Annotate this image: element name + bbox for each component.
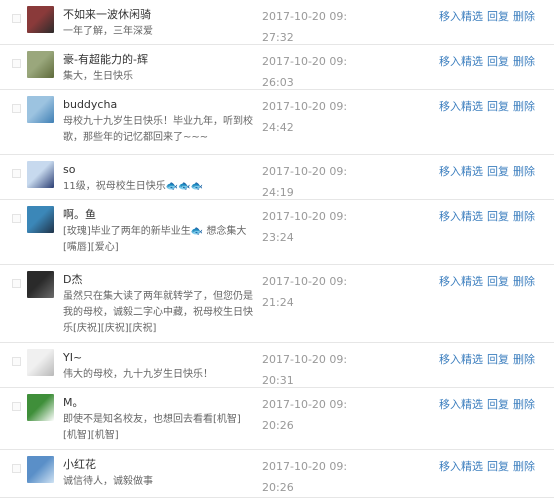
delete-button[interactable]: 删除	[513, 100, 535, 113]
row-actions: 移入精选 回复 删除	[439, 353, 535, 367]
comment-row: M。即使不是知名校友，也想回去看看[机智][机智][机智] 2017-10-20 …	[0, 388, 554, 450]
sky-avatar-icon	[27, 96, 54, 123]
select-checkbox[interactable]	[12, 59, 21, 68]
reply-button[interactable]: 回复	[487, 275, 509, 288]
delete-button[interactable]: 删除	[513, 460, 535, 473]
author-name[interactable]: 啊。鱼	[63, 207, 253, 223]
row-actions: 移入精选 回复 删除	[439, 275, 535, 289]
author-name[interactable]: 豪-有超能力的-辉	[63, 52, 253, 68]
comment-list: 不如来一波休闲骑一年了解，三年深爱 2017-10-20 09:27:32 移入精选…	[0, 0, 554, 498]
delete-button[interactable]: 删除	[513, 10, 535, 23]
comment-time: 2017-10-20 09:24:19	[262, 165, 348, 199]
cyclist-avatar-icon	[27, 6, 54, 33]
feature-button[interactable]: 移入精选	[439, 100, 483, 113]
reply-button[interactable]: 回复	[487, 398, 509, 411]
comment-text: 母校九十九岁生日快乐！毕业九年，听到校歌，那些年的记忆都回来了~~~	[63, 116, 253, 143]
comment-row: 豪-有超能力的-辉集大，生日快乐 2017-10-20 09:26:03 移入精选回…	[0, 45, 554, 90]
comment-row: buddycha 母校九十九岁生日快乐！毕业九年，听到校歌，那些年的记忆都回来了~…	[0, 90, 554, 155]
select-checkbox[interactable]	[12, 104, 21, 113]
row-actions: 移入精选 回复 删除	[439, 55, 535, 69]
reply-button[interactable]: 回复	[487, 353, 509, 366]
dark-avatar-icon	[27, 271, 54, 298]
row-actions: 移入精选 回复 删除	[439, 398, 535, 412]
feature-button[interactable]: 移入精选	[439, 10, 483, 23]
feature-button[interactable]: 移入精选	[439, 398, 483, 411]
comment-time: 2017-10-20 09:24:42	[262, 100, 348, 134]
row-actions: 移入精选 回复 删除	[439, 100, 535, 114]
feature-button[interactable]: 移入精选	[439, 55, 483, 68]
frog-avatar-icon	[27, 394, 54, 421]
comment-row: D杰虽然只在集大读了两年就转学了，但您仍是我的母校，诚毅二字心中藏，祝母校生日快…	[0, 265, 554, 343]
comment-text: 一年了解，三年深爱	[63, 26, 153, 37]
comment-time: 2017-10-20 09:20:26	[262, 398, 348, 432]
comment-row: 小红花诚信待人，诚毅做事 2017-10-20 09:20:26 移入精选 回复 删除	[0, 450, 554, 498]
reply-button[interactable]: 回复	[487, 460, 509, 473]
author-name[interactable]: 不如来一波休闲骑	[63, 7, 253, 23]
author-name[interactable]: so	[63, 162, 253, 178]
author-name[interactable]: YI~	[63, 350, 253, 366]
feature-button[interactable]: 移入精选	[439, 460, 483, 473]
sea-avatar-icon	[27, 161, 54, 188]
landscape-avatar-icon	[27, 51, 54, 78]
select-checkbox[interactable]	[12, 169, 21, 178]
select-checkbox[interactable]	[12, 357, 21, 366]
comment-time: 2017-10-20 09:21:24	[262, 275, 348, 309]
delete-button[interactable]: 删除	[513, 55, 535, 68]
feature-button[interactable]: 移入精选	[439, 210, 483, 223]
delete-button[interactable]: 删除	[513, 275, 535, 288]
comment-text: 诚信待人，诚毅做事	[63, 476, 153, 487]
comment-text: 虽然只在集大读了两年就转学了，但您仍是我的母校，诚毅二字心中藏，祝母校生日快乐[…	[63, 291, 253, 334]
row-actions: 移入精选 回复 删除	[439, 210, 535, 224]
delete-button[interactable]: 删除	[513, 210, 535, 223]
delete-button[interactable]: 删除	[513, 353, 535, 366]
sketch-avatar-icon	[27, 349, 54, 376]
comment-time: 2017-10-20 09:20:31	[262, 353, 348, 387]
row-actions: 移入精选 回复 删除	[439, 165, 535, 179]
select-checkbox[interactable]	[12, 279, 21, 288]
ocean-avatar-icon	[27, 456, 54, 483]
comment-time: 2017-10-20 09:20:26	[262, 460, 348, 494]
row-actions: 移入精选 回复 删除	[439, 10, 535, 24]
reply-button[interactable]: 回复	[487, 210, 509, 223]
comment-row: YI~ 伟大的母校，九十九岁生日快乐！ 2017-10-20 09:20:31 移入精…	[0, 343, 554, 388]
comment-row: 啊。鱼 [玫瑰]毕业了两年的新毕业生🐟 想念集大[嘴唇][爱心] 2017-10-2…	[0, 200, 554, 265]
feature-button[interactable]: 移入精选	[439, 275, 483, 288]
comment-text: 集大，生日快乐	[63, 71, 133, 82]
select-checkbox[interactable]	[12, 14, 21, 23]
comment-text: [玫瑰]毕业了两年的新毕业生🐟 想念集大[嘴唇][爱心]	[63, 226, 247, 253]
reply-button[interactable]: 回复	[487, 165, 509, 178]
comment-text: 11级，祝母校生日快乐🐟🐟🐟	[63, 181, 204, 192]
author-name[interactable]: 小红花	[63, 457, 253, 473]
author-name[interactable]: M。	[63, 395, 253, 411]
feature-button[interactable]: 移入精选	[439, 353, 483, 366]
select-checkbox[interactable]	[12, 464, 21, 473]
comment-row: 不如来一波休闲骑一年了解，三年深爱 2017-10-20 09:27:32 移入精选…	[0, 0, 554, 45]
delete-button[interactable]: 删除	[513, 165, 535, 178]
comment-time: 2017-10-20 09:27:32	[262, 10, 348, 44]
feature-button[interactable]: 移入精选	[439, 165, 483, 178]
reply-button[interactable]: 回复	[487, 10, 509, 23]
author-name[interactable]: buddycha	[63, 97, 253, 113]
select-checkbox[interactable]	[12, 214, 21, 223]
comment-text: 即使不是知名校友，也想回去看看[机智][机智][机智]	[63, 414, 241, 441]
comment-row: so 11级，祝母校生日快乐🐟🐟🐟 2017-10-20 09:24:19 移入精选回…	[0, 155, 554, 200]
comment-time: 2017-10-20 09:23:24	[262, 210, 348, 244]
delete-button[interactable]: 删除	[513, 398, 535, 411]
reply-button[interactable]: 回复	[487, 100, 509, 113]
reply-button[interactable]: 回复	[487, 55, 509, 68]
bridge-avatar-icon	[27, 206, 54, 233]
comment-text: 伟大的母校，九十九岁生日快乐！	[63, 369, 213, 380]
row-actions: 移入精选 回复 删除	[439, 460, 535, 474]
author-name[interactable]: D杰	[63, 272, 253, 288]
select-checkbox[interactable]	[12, 402, 21, 411]
comment-time: 2017-10-20 09:26:03	[262, 55, 348, 89]
